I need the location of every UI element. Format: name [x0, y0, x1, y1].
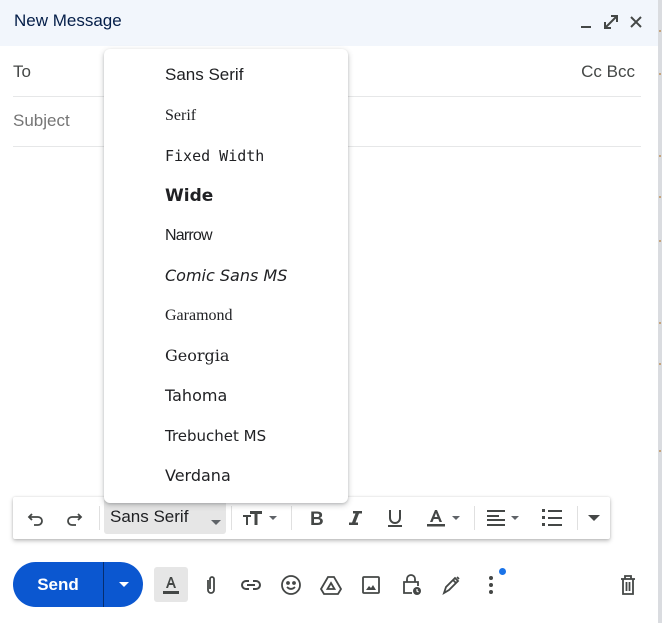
- font-option-fixed-width[interactable]: Fixed Width: [104, 136, 348, 176]
- cc-bcc-links: Cc Bcc: [581, 62, 635, 82]
- text-color-icon[interactable]: [421, 503, 465, 533]
- redo-icon[interactable]: [62, 503, 86, 533]
- page-scrollbar[interactable]: [658, 0, 662, 623]
- font-option-garamond[interactable]: Garamond: [104, 296, 348, 336]
- underline-icon[interactable]: [383, 503, 407, 533]
- font-option-comic-sans-ms[interactable]: Comic Sans MS: [104, 256, 348, 296]
- cc-link[interactable]: Cc: [581, 62, 602, 81]
- font-dropdown-menu: Sans Serif Serif Fixed Width Wide Narrow…: [104, 49, 348, 503]
- link-icon[interactable]: [235, 569, 267, 601]
- font-select[interactable]: Sans Serif: [104, 498, 226, 534]
- font-size-icon[interactable]: [239, 503, 285, 533]
- toolbar-separator: [99, 506, 100, 530]
- bold-icon[interactable]: B: [304, 503, 328, 533]
- attach-icon[interactable]: [195, 569, 227, 601]
- chevron-down-icon: [211, 513, 221, 531]
- font-option-georgia[interactable]: Georgia: [104, 336, 348, 376]
- undo-icon[interactable]: [24, 503, 48, 533]
- edge-mark: [659, 155, 661, 157]
- font-option-wide[interactable]: Wide: [104, 176, 348, 216]
- trash-icon[interactable]: [612, 569, 644, 601]
- toolbar-separator: [291, 506, 292, 530]
- font-select-value: Sans Serif: [110, 507, 189, 526]
- minimize-icon[interactable]: [576, 12, 596, 32]
- toolbar-separator: [474, 506, 475, 530]
- send-button-group: Send: [13, 562, 143, 607]
- compose-header[interactable]: New Message: [0, 0, 658, 46]
- window-title: New Message: [14, 11, 122, 30]
- full-screen-icon[interactable]: [601, 12, 621, 32]
- font-option-sans-serif[interactable]: Sans Serif: [104, 55, 348, 95]
- edge-mark: [659, 363, 661, 365]
- font-option-trebuchet-ms[interactable]: Trebuchet MS: [104, 416, 348, 456]
- formatting-options-icon[interactable]: [154, 567, 188, 602]
- toolbar-separator: [231, 506, 232, 530]
- font-option-verdana[interactable]: Verdana: [104, 456, 348, 496]
- edge-mark: [659, 30, 661, 32]
- notification-dot: [499, 568, 506, 575]
- formatting-toolbar: Sans Serif B: [13, 497, 610, 539]
- schedule-send-button[interactable]: [104, 562, 143, 607]
- drive-icon[interactable]: [315, 569, 347, 601]
- toolbar-separator: [577, 506, 578, 530]
- send-button[interactable]: Send: [13, 562, 103, 607]
- to-label: To: [13, 62, 31, 81]
- font-option-tahoma[interactable]: Tahoma: [104, 376, 348, 416]
- signature-icon[interactable]: [435, 569, 467, 601]
- edge-mark: [659, 196, 661, 198]
- emoji-icon[interactable]: [275, 569, 307, 601]
- chevron-down-icon: [118, 582, 129, 587]
- edge-mark: [659, 450, 661, 452]
- font-option-narrow[interactable]: Narrow: [104, 216, 348, 256]
- confidential-mode-icon[interactable]: [395, 569, 427, 601]
- align-icon[interactable]: [482, 503, 526, 533]
- numbered-list-icon[interactable]: [537, 503, 567, 533]
- edge-mark: [659, 73, 661, 75]
- close-icon[interactable]: [626, 12, 646, 32]
- edge-mark: [659, 322, 661, 324]
- font-option-serif[interactable]: Serif: [104, 96, 348, 136]
- italic-icon[interactable]: [343, 503, 367, 533]
- svg-text:B: B: [310, 509, 324, 528]
- edge-mark: [659, 240, 661, 242]
- compose-window: New Message To Cc Bcc Subject Sans Serif…: [0, 0, 658, 623]
- more-formatting-icon[interactable]: [582, 503, 606, 533]
- bcc-link[interactable]: Bcc: [607, 62, 635, 81]
- insert-photo-icon[interactable]: [355, 569, 387, 601]
- subject-placeholder: Subject: [13, 111, 70, 130]
